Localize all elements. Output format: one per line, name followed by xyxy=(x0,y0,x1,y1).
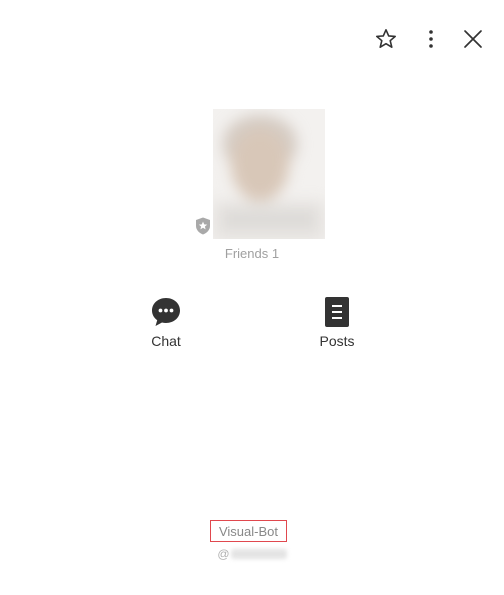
more-options-button[interactable] xyxy=(416,24,446,54)
star-outline-icon xyxy=(376,29,396,48)
shield-star-icon xyxy=(196,217,210,235)
favorite-button[interactable] xyxy=(371,24,401,54)
chat-label: Chat xyxy=(151,333,181,349)
friends-count[interactable]: Friends 1 xyxy=(0,246,504,261)
chat-bubble-icon xyxy=(152,298,180,326)
display-name: Visual-Bot xyxy=(210,520,287,542)
posts-button[interactable]: Posts xyxy=(287,295,387,349)
display-name-text: Visual-Bot xyxy=(218,523,278,539)
profile-picture-blurred xyxy=(213,109,325,239)
close-button[interactable] xyxy=(458,24,488,54)
handle-prefix: @ xyxy=(217,547,230,561)
document-icon xyxy=(325,297,349,327)
chat-button[interactable]: Chat xyxy=(116,295,216,349)
vertical-dots-icon xyxy=(429,30,433,48)
user-handle: @ xyxy=(0,547,504,561)
close-x-icon xyxy=(464,30,482,48)
posts-label: Posts xyxy=(319,333,355,349)
profile-picture[interactable] xyxy=(213,109,325,239)
handle-redacted xyxy=(230,549,287,559)
